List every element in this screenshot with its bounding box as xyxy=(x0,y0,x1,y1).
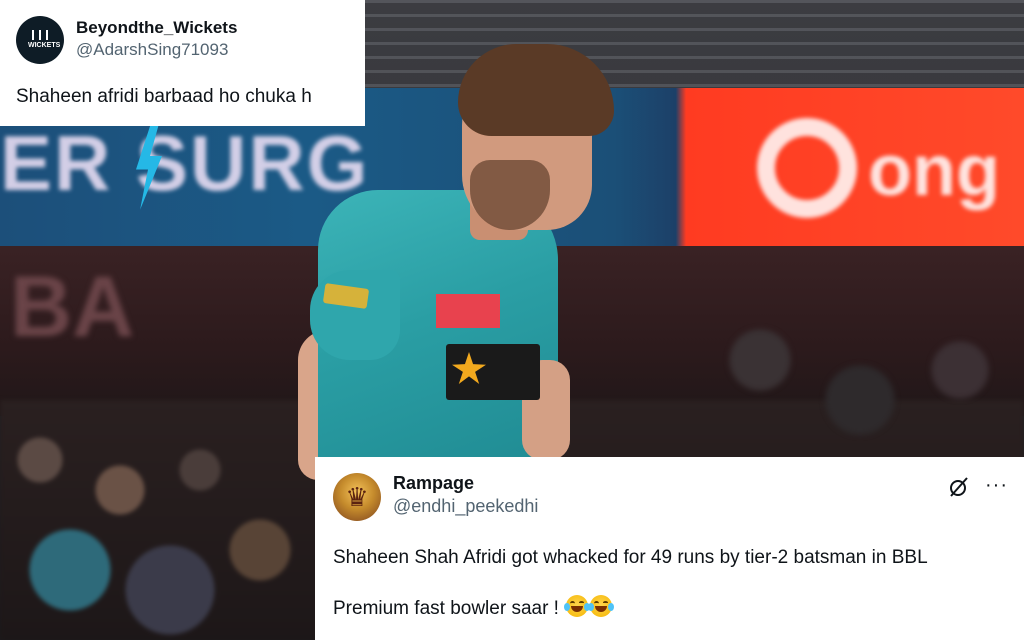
tweet-actions: ··· xyxy=(947,475,1008,499)
tweet-header: ♛ Rampage @endhi_peekedhi xyxy=(333,473,1006,521)
tweet-header: WICKETS Beyondthe_Wickets @AdarshSing710… xyxy=(16,14,349,64)
tweet-text-line2-wrapper: Premium fast bowler saar ! xyxy=(333,594,1006,622)
crowd-right xyxy=(640,260,1024,460)
face-with-tears-of-joy-icon xyxy=(564,594,591,617)
player-sleeve xyxy=(310,270,400,360)
tweet-text-line1: Shaheen Shah Afridi got whacked for 49 r… xyxy=(333,547,928,568)
wall-text: BA xyxy=(10,259,135,355)
avatar[interactable]: WICKETS xyxy=(16,16,64,64)
more-icon[interactable]: ··· xyxy=(985,475,1008,495)
author-block: Beyondthe_Wickets @AdarshSing71093 xyxy=(76,14,237,59)
wickets-logo-icon: WICKETS xyxy=(28,30,61,50)
stadium-stands xyxy=(360,0,1024,90)
tweet-card-top[interactable]: WICKETS Beyondthe_Wickets @AdarshSing710… xyxy=(0,0,365,126)
jersey-sponsor-red xyxy=(436,294,500,328)
tweet-text-line2: Premium fast bowler saar ! xyxy=(333,597,559,619)
display-name[interactable]: Beyondthe_Wickets xyxy=(76,18,237,38)
jersey-sponsor-badge xyxy=(446,344,540,400)
sponsor-logo-icon xyxy=(757,118,857,218)
grok-icon[interactable] xyxy=(947,475,971,499)
tweet-text: Shaheen afridi barbaad ho chuka h xyxy=(16,86,312,107)
tweet-card-bottom[interactable]: ♛ Rampage @endhi_peekedhi ··· Shaheen Sh… xyxy=(315,457,1024,640)
user-handle[interactable]: @AdarshSing71093 xyxy=(76,40,237,60)
board-text-right: ong xyxy=(868,131,1000,211)
avatar[interactable]: ♛ xyxy=(333,473,381,521)
user-handle[interactable]: @endhi_peekedhi xyxy=(393,496,538,517)
deity-avatar-icon: ♛ xyxy=(345,482,369,512)
face-with-tears-of-joy-icon xyxy=(588,594,615,617)
display-name[interactable]: Rampage xyxy=(393,473,538,494)
avatar-logo-text: WICKETS xyxy=(28,42,61,49)
author-block: Rampage @endhi_peekedhi xyxy=(393,473,538,516)
board-text-left: ER SURG xyxy=(0,119,370,207)
